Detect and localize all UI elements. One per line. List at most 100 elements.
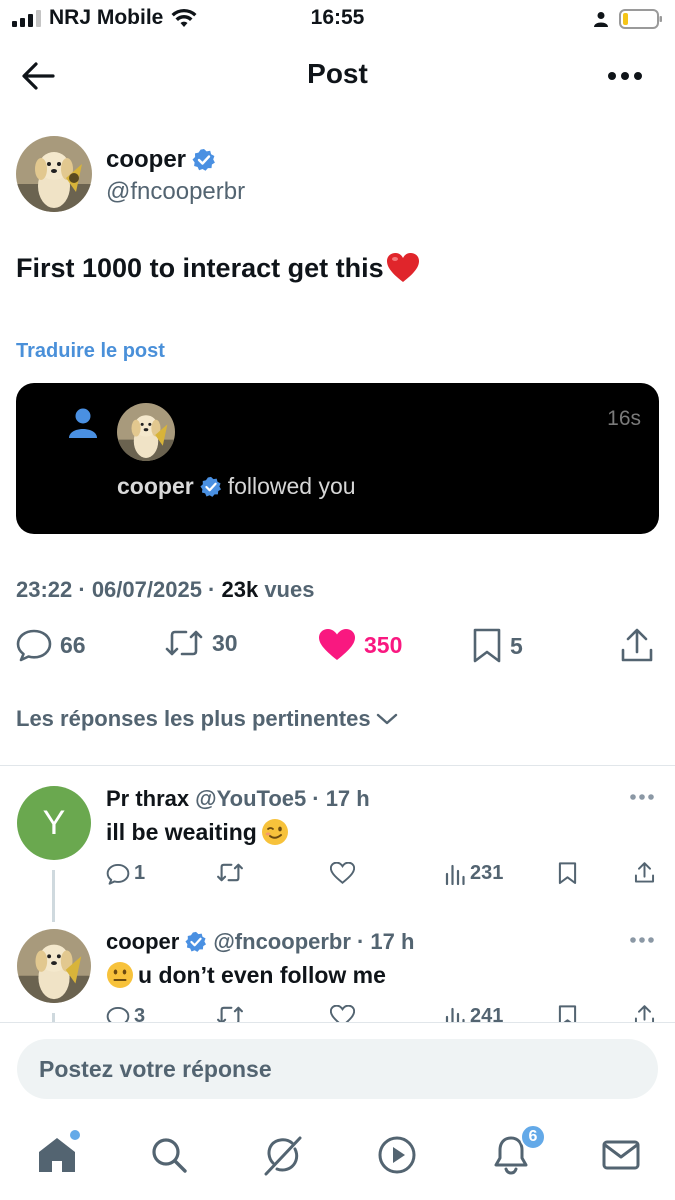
reply-views-count: 241 [470, 1005, 504, 1022]
chevron-down-icon [376, 713, 397, 725]
bookmark-icon [558, 1005, 577, 1022]
home-icon [39, 1138, 75, 1172]
repost-icon [217, 1006, 243, 1022]
tab-notifications[interactable]: 6 [488, 1124, 546, 1178]
sort-label: Les réponses les plus pertinentes [16, 706, 371, 731]
reply-author-handle: @fncooperbr [213, 929, 351, 954]
status-bar: NRJ Mobile 16:55 [0, 0, 675, 40]
post-action-bar: 66 30 350 5 [16, 628, 659, 672]
reply-avatar[interactable] [17, 929, 91, 1003]
tab-video[interactable] [374, 1132, 420, 1178]
embed-notification-text: cooper followed you [117, 473, 356, 500]
reply-header: cooper @fncooperbr · 17 h [106, 929, 414, 955]
reply-repost-button[interactable] [216, 862, 248, 883]
comment-icon [16, 629, 52, 662]
post-image[interactable]: 16s cooper followed you [16, 383, 659, 534]
tab-home[interactable] [34, 1130, 80, 1178]
reply-text: u don’t even follow me [106, 961, 386, 989]
more-horizontal-icon [630, 794, 654, 800]
reply-text-content: u don’t even follow me [138, 961, 386, 988]
heart-icon [330, 1005, 355, 1022]
bottom-tab-bar: 6 [0, 1112, 675, 1200]
heart-filled-icon [319, 629, 355, 660]
author-name[interactable]: cooper [106, 146, 216, 174]
reply-button[interactable]: 66 [16, 628, 86, 662]
post-meta: 23:22 · 06/07/2025 · 23k vues [16, 577, 314, 603]
reply-bookmark-button[interactable] [558, 862, 577, 885]
notifications-badge: 6 [520, 1124, 546, 1150]
tab-search[interactable] [146, 1132, 192, 1178]
reply-item[interactable]: cooper @fncooperbr · 17 h u don’t even f… [0, 929, 675, 1022]
share-icon [621, 628, 653, 662]
share-button[interactable] [620, 628, 654, 664]
bookmark-icon [473, 628, 501, 663]
reply-views-button[interactable]: 231 [444, 862, 503, 885]
reply-author-handle: @YouToe5 [195, 786, 307, 811]
verified-badge-icon [185, 931, 207, 952]
post-text: First 1000 to interact get this [16, 252, 420, 284]
comment-icon [106, 863, 130, 885]
replies-list: Y Pr thrax @YouToe5 · 17 h ill be weaiti… [0, 766, 675, 1022]
analytics-icon [445, 1007, 465, 1022]
repost-icon [165, 630, 203, 656]
like-button[interactable]: 350 [318, 628, 402, 662]
avatar[interactable] [16, 136, 92, 212]
search-icon [152, 1138, 187, 1173]
reply-item[interactable]: Y Pr thrax @YouToe5 · 17 h ill be weaiti… [0, 786, 675, 936]
status-right [593, 8, 663, 30]
reply-views-button[interactable]: 241 [444, 1005, 503, 1022]
reply-author-name[interactable]: Pr thrax [106, 786, 189, 812]
reply-time: · 17 h [312, 786, 370, 811]
person-status-icon [594, 12, 608, 27]
page-title: Post [307, 58, 368, 89]
reply-reply-button[interactable]: 3 [106, 1005, 145, 1022]
winking-face-emoji-icon [261, 819, 288, 845]
more-horizontal-icon [608, 72, 642, 80]
battery-icon [619, 9, 662, 29]
reply-bookmark-button[interactable] [558, 1005, 577, 1022]
author-handle: @fncooperbr [106, 178, 246, 205]
post-timestamp: 23:22 · 06/07/2025 · [16, 577, 222, 602]
embed-action-text: followed you [227, 473, 356, 499]
views-label: vues [258, 577, 315, 602]
reply-reply-button[interactable]: 1 [106, 862, 145, 885]
tab-grok[interactable] [260, 1132, 306, 1178]
tab-messages[interactable] [598, 1132, 644, 1178]
repost-count: 30 [212, 629, 238, 656]
repost-button[interactable]: 30 [164, 628, 238, 658]
analytics-icon [445, 864, 465, 885]
reply-avatar[interactable]: Y [17, 786, 91, 860]
reply-repost-button[interactable] [216, 1005, 248, 1022]
reply-more-button[interactable] [629, 788, 655, 806]
play-icon [378, 1136, 416, 1174]
reply-more-button[interactable] [629, 931, 655, 949]
reply-author-name[interactable]: cooper [106, 929, 179, 955]
share-icon [634, 862, 655, 883]
reply-share-button[interactable] [634, 862, 655, 884]
reply-like-button[interactable] [330, 862, 359, 884]
embed-avatar [117, 403, 175, 461]
embed-name: cooper [117, 473, 194, 499]
replies-sort-dropdown[interactable]: Les réponses les plus pertinentes [16, 706, 399, 732]
bookmark-icon [558, 862, 577, 885]
unread-dot [70, 1130, 80, 1140]
reply-reply-count: 1 [134, 862, 146, 884]
views-count: 23k [221, 577, 259, 602]
bookmark-button[interactable]: 5 [472, 628, 523, 664]
reply-share-button[interactable] [634, 1005, 655, 1022]
reply-input[interactable] [17, 1039, 658, 1099]
verified-badge-icon [200, 476, 221, 497]
person-icon [69, 408, 97, 438]
comment-icon [106, 1006, 130, 1022]
more-options-button[interactable] [605, 56, 645, 96]
embed-time: 16s [607, 407, 641, 430]
like-count: 350 [364, 631, 403, 658]
header: Post [0, 44, 675, 108]
post-author: cooper @fncooperbr [16, 136, 659, 216]
red-heart-icon [386, 253, 419, 282]
more-horizontal-icon [630, 937, 654, 943]
verified-badge-icon [192, 149, 215, 171]
translate-post-link[interactable]: Traduire le post [16, 340, 165, 363]
reply-like-button[interactable] [330, 1005, 359, 1022]
reply-text-content: ill be weaiting [106, 818, 257, 845]
